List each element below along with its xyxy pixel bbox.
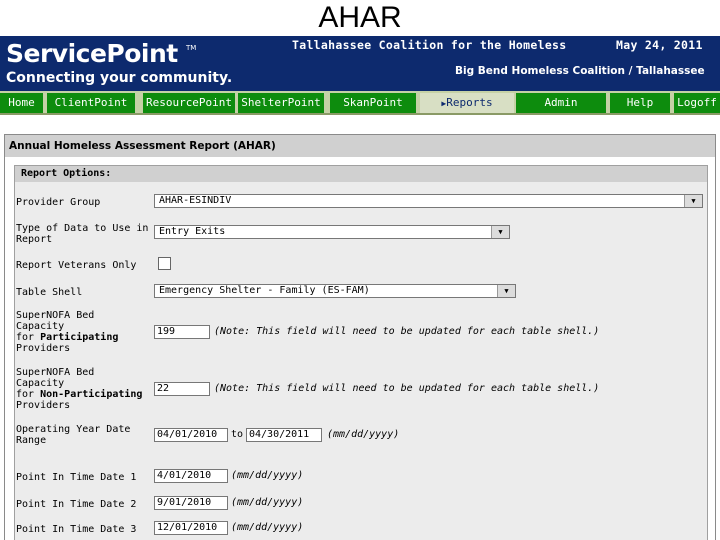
data-type-label: Type of Data to Use in Report [16,223,148,245]
tab-reports[interactable]: ▶Reports [420,93,514,113]
operating-year-label-line2: Range [16,435,47,446]
tab-clientpoint[interactable]: ClientPoint [47,93,135,113]
non-participating-note: (Note: This field will need to be update… [214,383,600,394]
pit2-date-format: (mm/dd/yyyy) [231,497,304,508]
pit3-date-format: (mm/dd/yyyy) [231,522,304,533]
dropdown-arrow-icon[interactable]: ▼ [497,285,515,297]
operating-year-label: Operating Year Date Range [16,424,130,446]
dropdown-arrow-icon[interactable]: ▼ [684,195,702,207]
non-participating-label-line1: SuperNOFA Bed [16,367,95,378]
slide-title: AHAR [318,1,402,34]
provider-group-value: AHAR-ESINDIV [159,195,232,206]
participating-note: (Note: This field will need to be update… [214,326,600,337]
data-type-select[interactable]: Entry Exits ▼ [154,225,510,239]
participating-capacity-input[interactable]: 199 [154,325,210,339]
pit3-date-input[interactable]: 12/01/2010 [154,521,228,535]
coalition-name: Big Bend Homeless Coalition / Tallahasse… [455,65,705,77]
app-header: ServicePoint TM Connecting your communit… [0,36,720,91]
main-nav: Home ClientPoint ResourcePoint ShelterPo… [0,91,720,115]
participating-label-line4: Providers [16,343,71,354]
participating-label: SuperNOFA Bed Capacity for Participating… [16,310,118,354]
non-participating-label: SuperNOFA Bed Capacity for Non-Participa… [16,367,142,411]
participating-label-bold: Participating [40,332,119,343]
current-date: May 24, 2011 [616,38,703,52]
provider-group-select[interactable]: AHAR-ESINDIV ▼ [154,194,703,208]
servicepoint-logo: ServicePoint [6,39,178,68]
operating-year-label-line1: Operating Year Date [16,424,131,435]
non-participating-capacity-input[interactable]: 22 [154,382,210,396]
logo-tagline: Connecting your community. [6,70,233,86]
data-type-value: Entry Exits [159,226,226,237]
operating-date-format: (mm/dd/yyyy) [327,429,400,440]
non-participating-label-line2: Capacity [16,378,65,389]
pit2-date-input[interactable]: 9/01/2010 [154,496,228,510]
participating-label-line1: SuperNOFA Bed [16,310,95,321]
table-shell-value: Emergency Shelter - Family (ES-FAM) [159,285,370,296]
veterans-only-checkbox[interactable] [158,257,171,270]
non-participating-label-prefix: for [16,389,41,400]
organization-name: Tallahassee Coalition for the Homeless [292,38,567,52]
tab-admin[interactable]: Admin [516,93,606,113]
table-shell-select[interactable]: Emergency Shelter - Family (ES-FAM) ▼ [154,284,516,298]
pit1-date-input[interactable]: 4/01/2010 [154,469,228,483]
tab-logoff[interactable]: Logoff [674,93,720,113]
non-participating-label-bold: Non-Participating [40,389,143,400]
data-type-label-line1: Type of Data to Use in [16,223,149,234]
report-options-header: Report Options: [15,166,707,182]
veterans-only-label: Report Veterans Only [16,260,137,271]
pit1-date-format: (mm/dd/yyyy) [231,470,304,481]
participating-label-line2: Capacity [16,321,65,332]
provider-group-label: Provider Group [16,197,101,208]
pit1-label: Point In Time Date 1 [16,472,137,483]
tab-shelterpoint[interactable]: ShelterPoint [238,93,324,113]
non-participating-label-line4: Providers [16,400,71,411]
participating-label-prefix: for [16,332,41,343]
operating-end-date-input[interactable]: 04/30/2011 [246,428,322,442]
tab-help[interactable]: Help [610,93,670,113]
pit3-label: Point In Time Date 3 [16,524,137,535]
dropdown-arrow-icon[interactable]: ▼ [491,226,509,238]
table-shell-label: Table Shell [16,287,83,298]
logo-trademark: TM [186,44,197,52]
tab-home[interactable]: Home [0,93,43,113]
tab-resourcepoint[interactable]: ResourcePoint [143,93,235,113]
tab-reports-label: Reports [446,96,493,109]
panel-title: Annual Homeless Assessment Report (AHAR) [5,135,715,157]
date-range-to: to [231,429,244,440]
tab-skanpoint[interactable]: SkanPoint [330,93,416,113]
operating-start-date-input[interactable]: 04/01/2010 [154,428,228,442]
data-type-label-line2: Report [16,234,53,245]
pit2-label: Point In Time Date 2 [16,499,137,510]
